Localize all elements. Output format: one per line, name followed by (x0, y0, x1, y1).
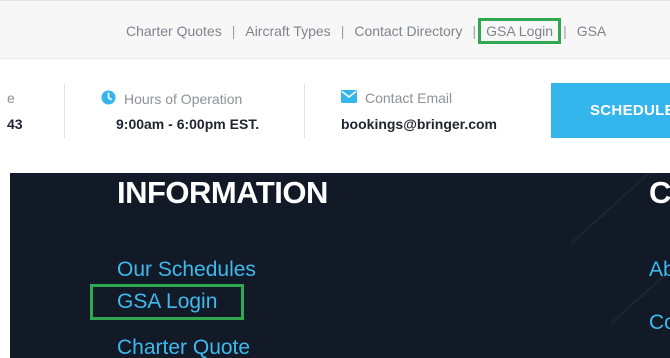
email-value[interactable]: bookings@bringer.com (341, 116, 497, 132)
nav-link-gsa-login[interactable]: GSA Login (478, 17, 562, 44)
phone-label: e (7, 90, 15, 106)
footer-link-charter-quote[interactable]: Charter Quote (117, 336, 250, 358)
top-nav: Charter Quotes | Aircraft Types | Contac… (126, 1, 606, 60)
info-divider (304, 84, 305, 138)
footer-link-our-schedules[interactable]: Our Schedules (117, 258, 256, 282)
hours-value: 9:00am - 6:00pm EST. (116, 116, 260, 132)
footer-link-gsa-login[interactable]: GSA Login (90, 284, 245, 320)
phone-info: e 43 (0, 60, 60, 164)
nav-separator: | (563, 22, 567, 39)
nav-separator: | (340, 22, 345, 39)
envelope-icon (341, 90, 357, 106)
email-label: Contact Email (365, 90, 453, 106)
footer-heading-information: INFORMATION (117, 175, 328, 210)
contact-info-row: e 43 Hours of Operation 9:00am - 6:00pm … (0, 60, 670, 164)
schedule-button[interactable]: SCHEDULE (551, 83, 670, 138)
nav-separator: | (231, 22, 236, 39)
nav-link-charter-quotes[interactable]: Charter Quotes (126, 23, 222, 39)
footer-link-contact[interactable]: Co (649, 311, 670, 335)
footer-link-about[interactable]: Ab (649, 258, 670, 282)
hours-label: Hours of Operation (124, 91, 243, 107)
email-info: Contact Email bookings@bringer.com (341, 60, 541, 164)
email-label-wrap: Contact Email (341, 90, 452, 106)
phone-value: 43 (7, 116, 23, 132)
footer: INFORMATION C Our Schedules GSA Login Ch… (10, 173, 670, 358)
hours-info: Hours of Operation 9:00am - 6:00pm EST. (101, 60, 301, 164)
hours-label-wrap: Hours of Operation (101, 90, 242, 108)
nav-link-contact-directory[interactable]: Contact Directory (354, 23, 462, 39)
clock-icon (101, 90, 116, 108)
nav-link-aircraft-types[interactable]: Aircraft Types (245, 23, 330, 39)
nav-link-gsa-truncated[interactable]: GSA (577, 23, 607, 39)
footer-heading-next: C (649, 175, 670, 210)
top-utility-bar: Charter Quotes | Aircraft Types | Contac… (0, 0, 670, 59)
info-divider (64, 84, 65, 138)
